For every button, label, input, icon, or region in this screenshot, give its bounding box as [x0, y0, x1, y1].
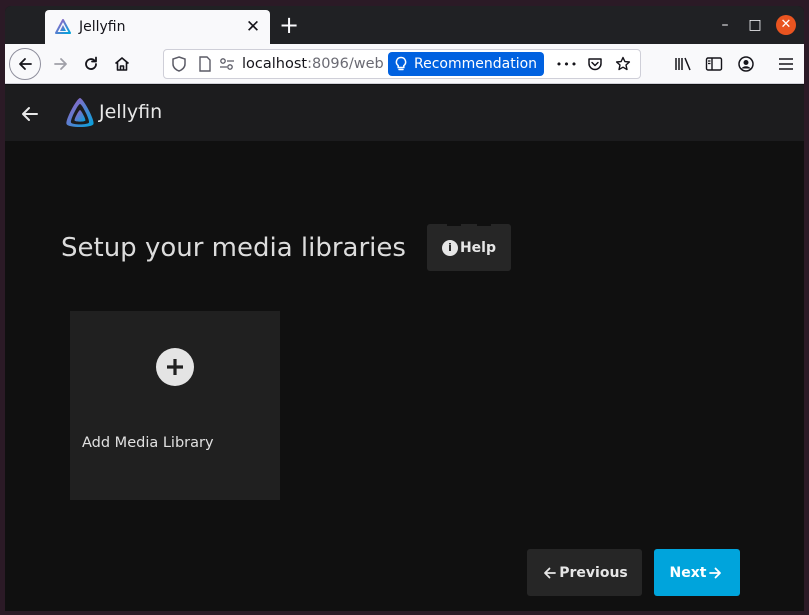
- next-button[interactable]: Next: [654, 549, 740, 596]
- arrow-left-icon: [19, 58, 32, 70]
- window-close-button[interactable]: ✕: [776, 15, 796, 35]
- permissions-icon[interactable]: [216, 53, 238, 75]
- account-icon[interactable]: [735, 53, 757, 75]
- plus-icon: [156, 348, 194, 386]
- sidebar-toggle-icon[interactable]: [703, 53, 725, 75]
- info-icon: i: [441, 239, 458, 256]
- add-media-library-label: Add Media Library: [82, 435, 214, 451]
- browser-back-button[interactable]: [9, 48, 41, 80]
- add-media-library-card[interactable]: Add Media Library: [70, 311, 280, 500]
- tab-strip: Jellyfin ✕ + – □ ✕: [5, 6, 804, 44]
- url-bar[interactable]: localhost:8096/web Recommendation •••: [163, 49, 641, 79]
- recommendation-label: Recommendation: [414, 56, 538, 72]
- jellyfin-favicon-icon: [55, 19, 71, 34]
- bookmark-star-icon[interactable]: [612, 53, 634, 75]
- shield-icon[interactable]: [168, 53, 190, 75]
- next-label: Next: [669, 564, 707, 581]
- home-icon: [114, 57, 130, 71]
- app-header: Jellyfin: [5, 85, 804, 141]
- page-title: Setup your media libraries: [61, 233, 406, 263]
- reload-button[interactable]: [75, 48, 107, 80]
- previous-label: Previous: [559, 564, 628, 581]
- window-maximize-button[interactable]: □: [745, 15, 765, 35]
- arrow-left-icon: [544, 567, 557, 578]
- reload-icon: [85, 56, 97, 70]
- jellyfin-page: Jellyfin Setup your media libraries i He…: [5, 85, 804, 611]
- help-button[interactable]: i Help: [427, 222, 511, 271]
- header-back-arrow-icon[interactable]: [19, 103, 41, 125]
- navigation-toolbar: localhost:8096/web Recommendation •••: [5, 44, 804, 84]
- recommendation-button[interactable]: Recommendation: [388, 52, 544, 76]
- help-notch-left: [447, 222, 461, 226]
- home-button[interactable]: [106, 48, 138, 80]
- lightbulb-icon: [395, 56, 407, 71]
- jellyfin-logo-icon: [66, 98, 94, 127]
- help-label: Help: [459, 239, 497, 256]
- new-tab-button[interactable]: +: [275, 12, 303, 40]
- tab-title: Jellyfin: [79, 19, 126, 35]
- url-actions: •••: [556, 53, 634, 75]
- tab-close-icon[interactable]: ✕: [244, 18, 262, 36]
- arrow-right-icon: [54, 58, 67, 70]
- url-text: localhost:8096/web: [242, 56, 384, 72]
- url-path: :8096/web: [307, 56, 384, 72]
- page-actions-menu-icon[interactable]: •••: [556, 53, 578, 75]
- hamburger-menu-icon[interactable]: [775, 53, 797, 75]
- library-icon[interactable]: [672, 53, 694, 75]
- browser-forward-button[interactable]: [45, 48, 77, 80]
- previous-button[interactable]: Previous: [527, 549, 642, 596]
- pocket-icon[interactable]: [584, 53, 606, 75]
- browser-window: Jellyfin ✕ + – □ ✕ localhost:8096/web Re…: [5, 6, 804, 611]
- app-name: Jellyfin: [99, 101, 163, 123]
- url-host: localhost: [242, 56, 308, 72]
- page-info-icon[interactable]: [194, 53, 216, 75]
- window-minimize-button[interactable]: –: [715, 15, 735, 35]
- help-notch-right: [477, 222, 491, 226]
- arrow-right-icon: [709, 567, 722, 578]
- tab-jellyfin[interactable]: Jellyfin ✕: [45, 10, 270, 44]
